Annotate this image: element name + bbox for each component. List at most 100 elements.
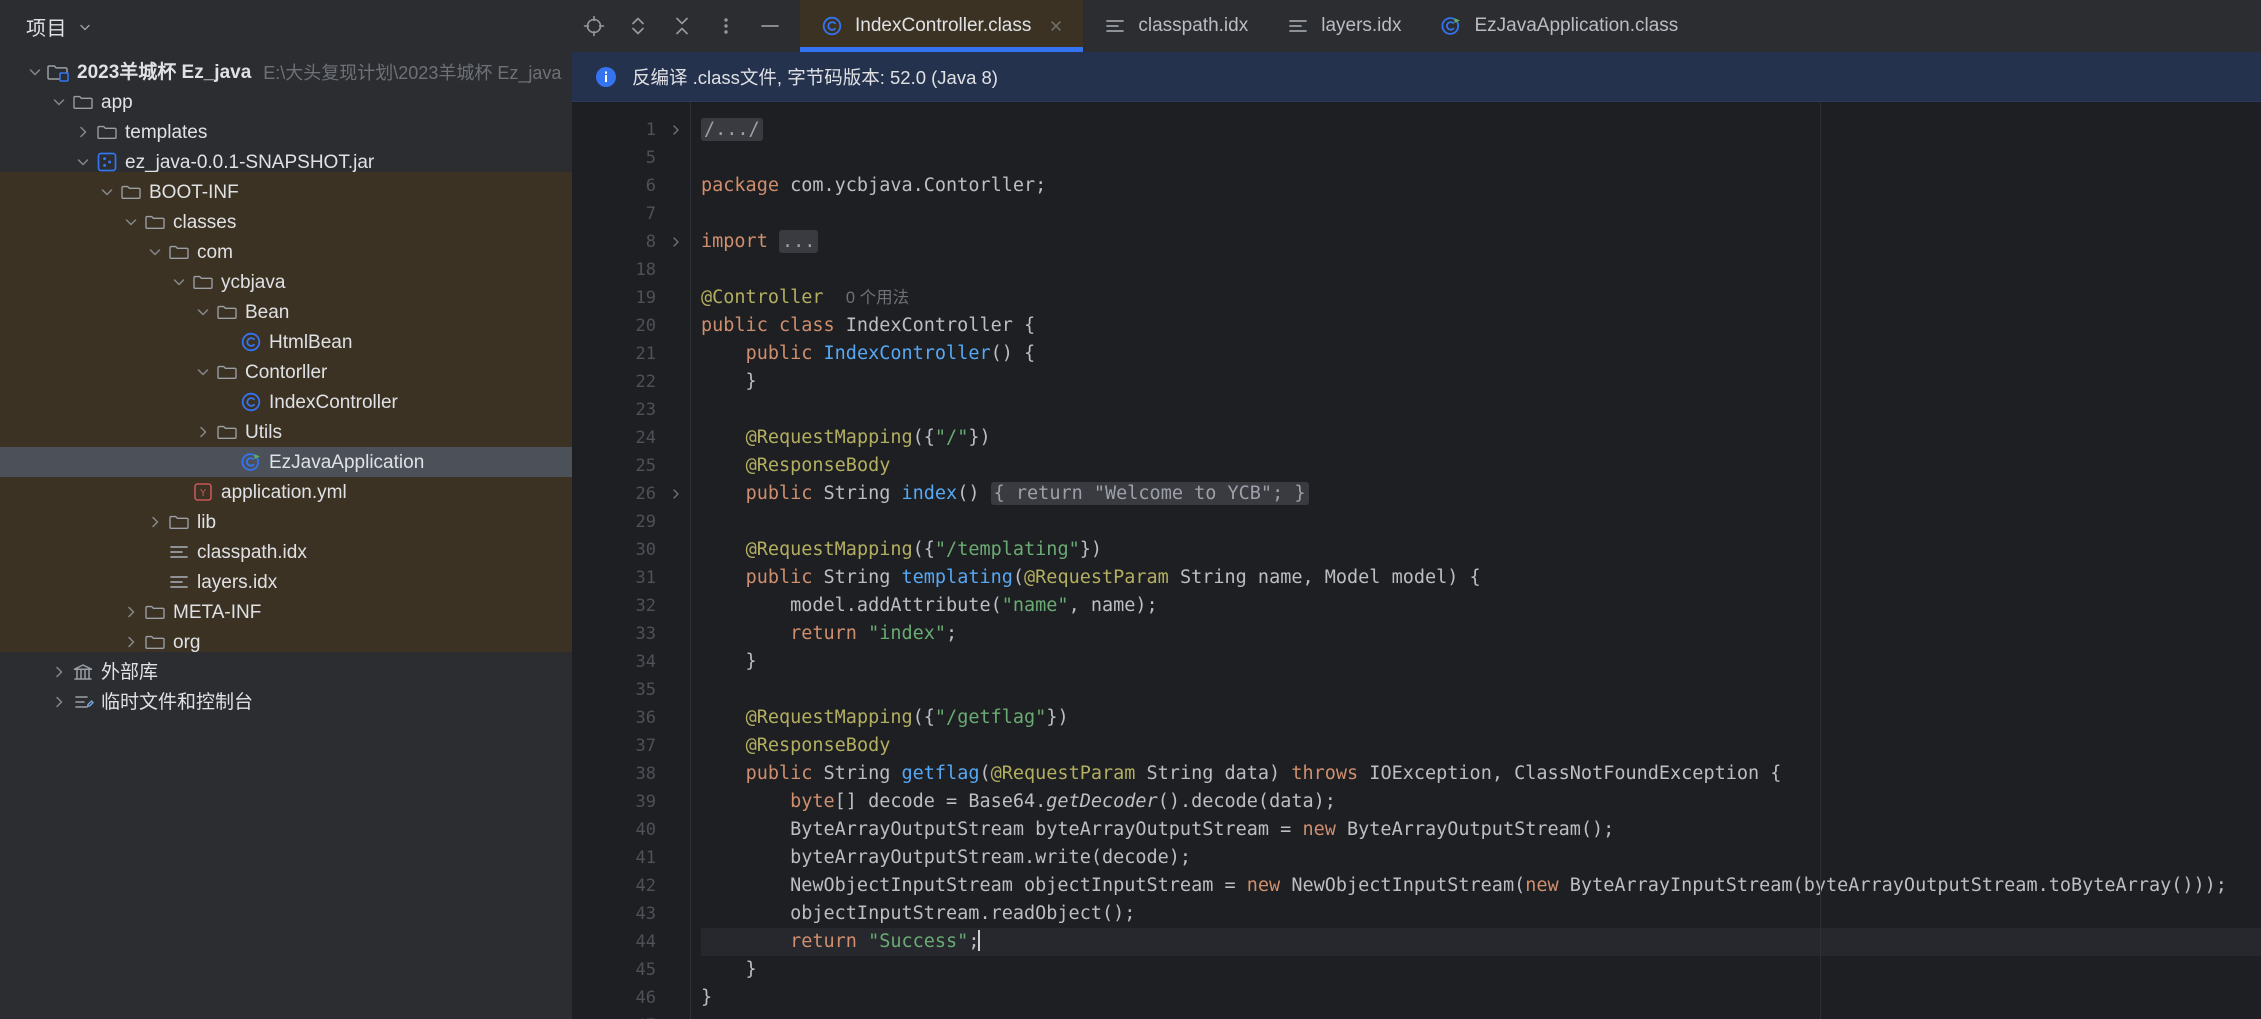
code-content[interactable]: /.../ package com.ycbjava.Contorller; im… [690,102,2261,1019]
code-line[interactable]: @RequestMapping({"/"}) [701,424,2261,452]
tree-item-label: templates [125,121,208,143]
code-line[interactable]: public String templating(@RequestParam S… [701,564,2261,592]
chevron-right-icon[interactable] [48,661,70,683]
locate-icon[interactable] [572,0,616,52]
tree-item-ezjavaapplication[interactable]: EzJavaApplication [0,447,572,477]
code-line[interactable]: @ResponseBody [701,452,2261,480]
code-line[interactable]: NewObjectInputStream objectInputStream =… [701,872,2261,900]
fold-gutter[interactable] [662,102,690,1019]
tree-item-org[interactable]: org [0,627,572,657]
line-number: 29 [635,512,656,532]
code-line[interactable]: return "index"; [701,620,2261,648]
tree-item-classes[interactable]: classes [0,207,572,237]
code-line[interactable]: public String index() { return "Welcome … [701,480,2261,508]
code-line[interactable]: /.../ [701,116,2261,144]
tree-item-utils[interactable]: Utils [0,417,572,447]
tree-item-meta-inf[interactable]: META-INF [0,597,572,627]
tree-item-classpath-idx[interactable]: classpath.idx [0,537,572,567]
tree-item-app[interactable]: app [0,87,572,117]
code-line[interactable]: byteArrayOutputStream.write(decode); [701,844,2261,872]
editor-tab-indexcontroller-class[interactable]: IndexController.class [800,0,1084,52]
code-line[interactable]: } [701,984,2261,1012]
fold-expand-icon[interactable] [662,480,690,508]
chevron-down-icon[interactable] [120,211,142,233]
code-line[interactable]: public IndexController() { [701,340,2261,368]
code-line[interactable]: ByteArrayOutputStream byteArrayOutputStr… [701,816,2261,844]
chevron-right-icon[interactable] [120,601,142,623]
chevron-right-icon[interactable] [144,511,166,533]
code-line[interactable]: byte[] decode = Base64.getDecoder().deco… [701,788,2261,816]
code-line[interactable]: public String getflag(@RequestParam Stri… [701,760,2261,788]
tree-item-lib[interactable]: lib [0,507,572,537]
tree-item-label: Bean [245,301,290,323]
chevron-right-icon[interactable] [48,691,70,713]
code-line[interactable] [701,1012,2261,1019]
chevron-right-icon[interactable] [120,631,142,653]
code-editor[interactable]: 1 5 6 7 8 18 19 20 21 22 23 24 25 26 29 30 31 32 33 34 35 36 3… [572,102,2261,1019]
chevron-right-icon[interactable] [72,121,94,143]
tree-item-application-yml[interactable]: Yapplication.yml [0,477,572,507]
code-line[interactable]: @Controller 0 个用法 [701,284,2261,312]
close-icon[interactable] [1047,17,1065,35]
chevron-down-icon[interactable] [78,20,92,34]
expand-collapse-icon[interactable] [616,0,660,52]
chevron-down-icon[interactable] [192,361,214,383]
fold-expand-icon[interactable] [662,228,690,256]
more-options-icon[interactable] [704,0,748,52]
tree-item-ycbjava[interactable]: ycbjava [0,267,572,297]
code-line[interactable] [701,256,2261,284]
code-line[interactable]: model.addAttribute("name", name); [701,592,2261,620]
line-number: 38 [635,764,656,784]
scratches-icon [70,691,96,713]
fold-expand-icon[interactable] [662,116,690,144]
code-line[interactable]: @RequestMapping({"/getflag"}) [701,704,2261,732]
chevron-down-icon[interactable] [48,91,70,113]
code-line[interactable]: package com.ycbjava.Contorller; [701,172,2261,200]
tree-item-layers-idx[interactable]: layers.idx [0,567,572,597]
chevron-down-icon[interactable] [192,301,214,323]
code-line[interactable]: } [701,956,2261,984]
code-line[interactable]: } [701,368,2261,396]
chevron-down-icon[interactable] [144,241,166,263]
code-line[interactable]: } [701,648,2261,676]
code-line[interactable]: import ... [701,228,2261,256]
tree-item-bean[interactable]: Bean [0,297,572,327]
editor-tab-classpath-idx[interactable]: classpath.idx [1083,0,1266,52]
code-line[interactable] [701,200,2261,228]
code-line[interactable]: @RequestMapping({"/templating"}) [701,536,2261,564]
editor-tab-ezjavaapplication-class[interactable]: EzJavaApplication.class [1419,0,1696,52]
editor-tab-layers-idx[interactable]: layers.idx [1266,0,1419,52]
code-line[interactable] [701,676,2261,704]
code-line[interactable]: return "Success"; [701,928,2261,956]
code-line[interactable]: @ResponseBody [701,732,2261,760]
tree-item-com[interactable]: com [0,237,572,267]
tree-item-indexcontroller[interactable]: IndexController [0,387,572,417]
chevron-down-icon[interactable] [96,181,118,203]
chevron-down-icon[interactable] [72,151,94,173]
code-line[interactable] [701,508,2261,536]
folder-icon [142,631,168,653]
code-line[interactable]: objectInputStream.readObject(); [701,900,2261,928]
tree-item-boot-inf[interactable]: BOOT-INF [0,177,572,207]
collapse-all-icon[interactable] [660,0,704,52]
tree-item-[interactable]: 临时文件和控制台 [0,687,572,717]
tree-item-ez-java-0-0-1-snapshot-jar[interactable]: ez_java-0.0.1-SNAPSHOT.jar [0,147,572,177]
editor-tab-bar[interactable]: IndexController.class classpath.idx layers… [800,0,2261,52]
chevron-down-icon[interactable] [24,61,46,83]
tree-item-[interactable]: 外部库 [0,657,572,687]
tree-item-label: IndexController [269,391,398,413]
project-tree[interactable]: 2023羊城杯 Ez_java E:\大头复现计划\2023羊城杯 Ez_java… [0,52,572,1019]
hide-panel-icon[interactable] [748,0,792,52]
code-line[interactable]: public class IndexController { [701,312,2261,340]
chevron-right-icon[interactable] [192,421,214,443]
tree-item-templates[interactable]: templates [0,117,572,147]
tree-item-htmlbean[interactable]: HtmlBean [0,327,572,357]
tree-item-contorller[interactable]: Contorller [0,357,572,387]
chevron-down-icon[interactable] [168,271,190,293]
tree-item-2023-ez-java[interactable]: 2023羊城杯 Ez_java E:\大头复现计划\2023羊城杯 Ez_java [0,57,572,87]
code-line[interactable] [701,144,2261,172]
code-line[interactable] [701,396,2261,424]
